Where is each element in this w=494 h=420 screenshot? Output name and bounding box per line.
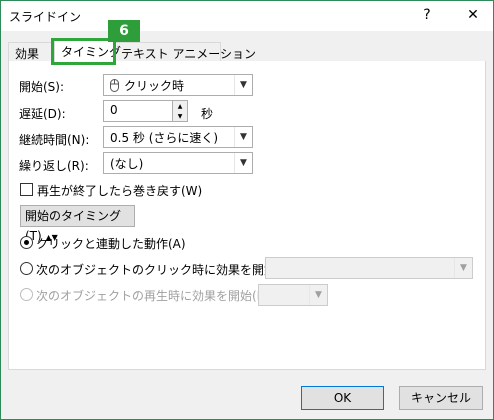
option-click-label[interactable]: クリックと連動した動作(A) — [36, 235, 186, 252]
tab-effect[interactable]: 効果 — [8, 42, 54, 62]
duration-label: 継続時間(N): — [19, 133, 90, 147]
chevron-down-icon: ▼ — [309, 285, 327, 305]
spin-up-icon[interactable]: ▲ — [173, 101, 187, 111]
duration-dropdown[interactable]: 0.5 秒 (さらに速く) ▼ — [103, 126, 253, 148]
option-sequence-label[interactable]: 次のオブジェクトのクリック時に効果を開始(C): — [36, 261, 298, 278]
delay-input[interactable]: 0 — [103, 100, 173, 122]
duration-value: 0.5 秒 (さらに速く) — [110, 131, 219, 145]
radio-start-on-click-of[interactable] — [20, 262, 33, 275]
cancel-button[interactable]: キャンセル — [399, 386, 483, 410]
title-bar: スライドイン ? ✕ — [1, 1, 493, 31]
delay-unit: 秒 — [201, 107, 214, 121]
radio-start-on-play-of — [20, 288, 33, 301]
repeat-dropdown[interactable]: (なし) ▼ — [103, 152, 253, 174]
rewind-label[interactable]: 再生が終了したら巻き戻す(W) — [37, 182, 202, 199]
start-value: クリック時 — [124, 79, 185, 93]
spin-down-icon[interactable]: ▼ — [173, 111, 187, 121]
ok-button[interactable]: OK — [301, 386, 384, 410]
trigger-object-dropdown[interactable]: ▼ — [265, 257, 473, 279]
dialog-title: スライドイン — [9, 10, 82, 24]
chevron-down-icon: ▼ — [234, 75, 252, 95]
media-object-dropdown: ▼ — [258, 284, 328, 306]
repeat-value: (なし) — [110, 157, 144, 171]
tab-text-animation[interactable]: テキスト アニメーション — [114, 42, 256, 62]
chevron-down-icon: ▼ — [234, 153, 252, 173]
start-dropdown[interactable]: クリック時 ▼ — [103, 74, 253, 96]
radio-click-sequence[interactable] — [20, 236, 33, 249]
close-button[interactable]: ✕ — [463, 7, 483, 23]
start-label: 開始(S): — [19, 80, 65, 94]
chevron-down-icon: ▼ — [234, 127, 252, 147]
mouse-click-icon — [110, 78, 119, 95]
triggers-toggle-button[interactable]: 開始のタイミング(T) ▲▼ — [20, 205, 135, 243]
chevron-down-icon: ▼ — [454, 258, 472, 278]
delay-spinner[interactable]: ▲ ▼ — [172, 100, 188, 122]
delay-label: 遅延(D): — [19, 107, 66, 121]
step-badge: 6 — [108, 20, 140, 42]
highlight-box — [51, 38, 116, 65]
rewind-checkbox[interactable] — [20, 183, 33, 196]
help-button[interactable]: ? — [417, 7, 437, 23]
option-media-label: 次のオブジェクトの再生時に効果を開始(P): — [36, 289, 273, 303]
repeat-label: 繰り返し(R): — [19, 159, 89, 173]
